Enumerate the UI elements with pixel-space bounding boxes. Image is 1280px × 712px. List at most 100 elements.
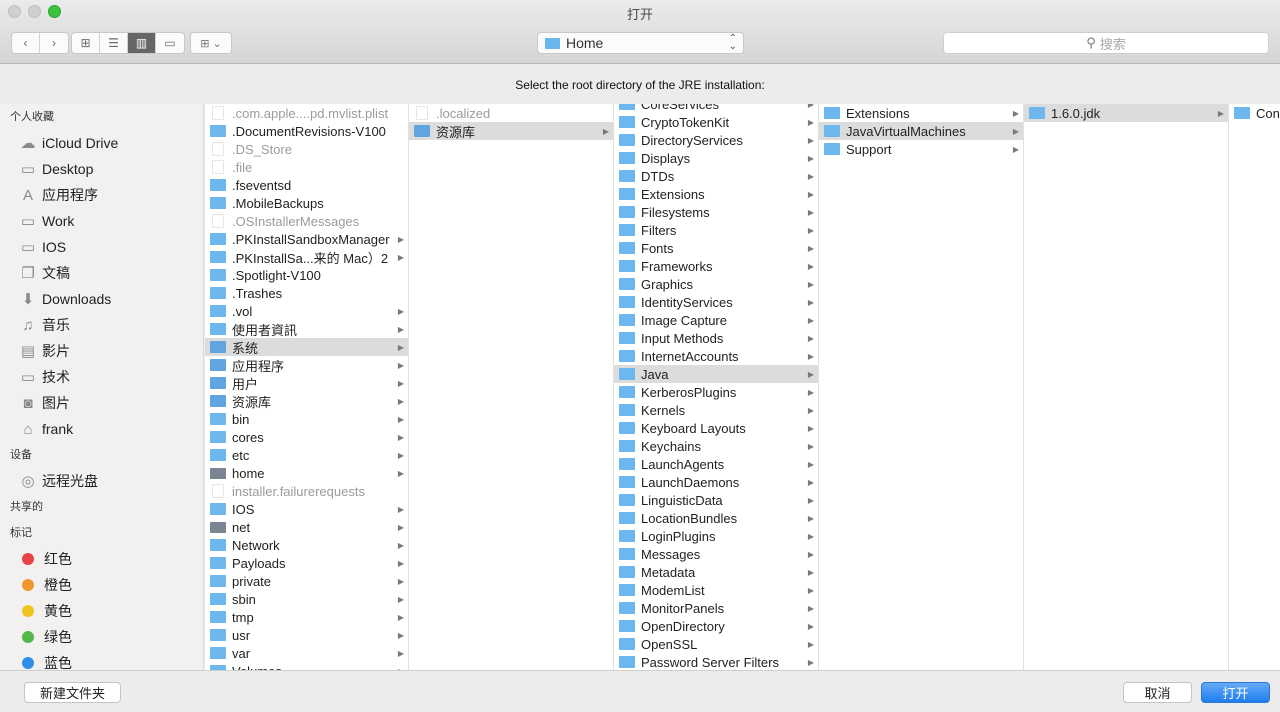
file-row[interactable]: Extensions ▶ — [819, 104, 1023, 122]
file-row[interactable]: 系统 ▶ — [205, 338, 408, 356]
file-row[interactable]: etc ▶ — [205, 446, 408, 464]
sidebar-item[interactable]: ◙ 图片 — [0, 390, 203, 416]
file-row[interactable]: OpenSSL ▶ — [614, 635, 818, 653]
file-row[interactable]: Messages ▶ — [614, 545, 818, 563]
file-row[interactable]: Frameworks ▶ — [614, 257, 818, 275]
file-row[interactable]: Password Server Filters ▶ — [614, 653, 818, 670]
file-row[interactable]: private ▶ — [205, 572, 408, 590]
file-row[interactable]: .DocumentRevisions-V100 — [205, 122, 408, 140]
file-row[interactable]: tmp ▶ — [205, 608, 408, 626]
file-row[interactable]: Input Methods ▶ — [614, 329, 818, 347]
file-row[interactable]: 使用者資訊 ▶ — [205, 320, 408, 338]
file-row[interactable]: DTDs ▶ — [614, 167, 818, 185]
sidebar-item[interactable]: 蓝色 — [0, 650, 203, 670]
file-row[interactable]: Fonts ▶ — [614, 239, 818, 257]
file-row[interactable]: LaunchDaemons ▶ — [614, 473, 818, 491]
file-row[interactable]: KerberosPlugins ▶ — [614, 383, 818, 401]
file-row[interactable]: Graphics ▶ — [614, 275, 818, 293]
browser-column[interactable]: .com.apple....pd.mvlist.plist .DocumentRe… — [205, 104, 409, 670]
file-row[interactable]: .localized — [409, 104, 613, 122]
file-row[interactable]: .MobileBackups — [205, 194, 408, 212]
file-row[interactable]: IdentityServices ▶ — [614, 293, 818, 311]
file-row[interactable]: .file — [205, 158, 408, 176]
file-row[interactable]: Support ▶ — [819, 140, 1023, 158]
file-row[interactable]: 用户 ▶ — [205, 374, 408, 392]
file-row[interactable]: bin ▶ — [205, 410, 408, 428]
file-row[interactable]: 资源库 ▶ — [409, 122, 613, 140]
sidebar-item[interactable]: ⌂ frank — [0, 416, 203, 442]
file-row[interactable]: .Trashes — [205, 284, 408, 302]
file-row[interactable]: installer.failurerequests — [205, 482, 408, 500]
sidebar-item[interactable]: 橙色 — [0, 572, 203, 598]
sidebar-item[interactable]: ▭ Work — [0, 208, 203, 234]
file-row[interactable]: Displays ▶ — [614, 149, 818, 167]
sidebar-item[interactable]: ☁ iCloud Drive — [0, 130, 203, 156]
file-row[interactable]: .com.apple....pd.mvlist.plist — [205, 104, 408, 122]
file-row[interactable]: CoreServices ▶ — [614, 104, 818, 113]
file-row[interactable]: net ▶ — [205, 518, 408, 536]
browser-column[interactable]: Extensions ▶ JavaVirtualMachines ▶ Support ▶ — [819, 104, 1024, 670]
file-row[interactable]: InternetAccounts ▶ — [614, 347, 818, 365]
file-row[interactable]: ModemList ▶ — [614, 581, 818, 599]
file-row[interactable]: 应用程序 ▶ — [205, 356, 408, 374]
file-row[interactable]: .PKInstallSa...来的 Mac）2 ▶ — [205, 248, 408, 266]
file-row[interactable]: .PKInstallSandboxManager ▶ — [205, 230, 408, 248]
file-row[interactable]: MonitorPanels ▶ — [614, 599, 818, 617]
file-row[interactable]: Filesystems ▶ — [614, 203, 818, 221]
file-row[interactable]: cores ▶ — [205, 428, 408, 446]
coverflow-view-button[interactable]: ▭ — [156, 33, 184, 53]
file-row[interactable]: Keychains ▶ — [614, 437, 818, 455]
file-row[interactable]: OpenDirectory ▶ — [614, 617, 818, 635]
file-row[interactable]: Java ▶ — [614, 365, 818, 383]
column-view-button[interactable]: ▥ — [128, 33, 156, 53]
file-row[interactable]: DirectoryServices ▶ — [614, 131, 818, 149]
file-row[interactable]: .Spotlight-V100 — [205, 266, 408, 284]
arrange-button[interactable]: ⊞ ⌄ — [190, 32, 232, 54]
file-row[interactable]: Payloads ▶ — [205, 554, 408, 572]
file-row[interactable]: Extensions ▶ — [614, 185, 818, 203]
sidebar-item[interactable]: 黄色 — [0, 598, 203, 624]
path-popup[interactable]: Home ⌃ ⌄ — [537, 32, 744, 54]
file-row[interactable]: .OSInstallerMessages — [205, 212, 408, 230]
new-folder-button[interactable]: 新建文件夹 — [24, 682, 121, 703]
sidebar-item[interactable]: ◎ 远程光盘 — [0, 468, 203, 494]
browser-column[interactable]: Contents — [1229, 104, 1280, 670]
file-row[interactable]: usr ▶ — [205, 626, 408, 644]
file-row[interactable]: CryptoTokenKit ▶ — [614, 113, 818, 131]
file-row[interactable]: var ▶ — [205, 644, 408, 662]
sidebar-item[interactable]: 红色 — [0, 546, 203, 572]
file-row[interactable]: 资源库 ▶ — [205, 392, 408, 410]
browser-column[interactable]: .localized 资源库 ▶ — [409, 104, 614, 670]
forward-button[interactable]: › — [40, 33, 68, 53]
search-field[interactable]: ⚲ 搜索 — [943, 32, 1269, 54]
file-row[interactable]: .vol ▶ — [205, 302, 408, 320]
file-row[interactable]: LinguisticData ▶ — [614, 491, 818, 509]
file-row[interactable]: Volumes▶ — [205, 662, 408, 670]
sidebar-item[interactable]: A 应用程序 — [0, 182, 203, 208]
browser-column[interactable]: 1.6.0.jdk ▶ — [1024, 104, 1229, 670]
sidebar-item[interactable]: ▭ Desktop — [0, 156, 203, 182]
list-view-button[interactable]: ☰ — [100, 33, 128, 53]
sidebar-item[interactable]: ▤ 影片 — [0, 338, 203, 364]
file-row[interactable]: Contents — [1229, 104, 1280, 122]
file-row[interactable]: IOS ▶ — [205, 500, 408, 518]
cancel-button[interactable]: 取消 — [1123, 682, 1192, 703]
file-row[interactable]: .DS_Store — [205, 140, 408, 158]
file-row[interactable]: home ▶ — [205, 464, 408, 482]
browser-column[interactable]: CoreServices ▶ CryptoTokenKit ▶ DirectorySer… — [614, 104, 819, 670]
sidebar-item[interactable]: ♫ 音乐 — [0, 312, 203, 338]
file-row[interactable]: .fseventsd — [205, 176, 408, 194]
sidebar-item[interactable]: ❐ 文稿 — [0, 260, 203, 286]
file-row[interactable]: Metadata ▶ — [614, 563, 818, 581]
file-row[interactable]: Kernels ▶ — [614, 401, 818, 419]
file-row[interactable]: Filters ▶ — [614, 221, 818, 239]
open-button[interactable]: 打开 — [1201, 682, 1270, 703]
sidebar-item[interactable]: 绿色 — [0, 624, 203, 650]
file-row[interactable]: LocationBundles ▶ — [614, 509, 818, 527]
icon-view-button[interactable]: ⊞ — [72, 33, 100, 53]
file-row[interactable]: Network ▶ — [205, 536, 408, 554]
file-row[interactable]: LaunchAgents ▶ — [614, 455, 818, 473]
file-row[interactable]: LoginPlugins ▶ — [614, 527, 818, 545]
file-row[interactable]: JavaVirtualMachines ▶ — [819, 122, 1023, 140]
file-row[interactable]: Keyboard Layouts ▶ — [614, 419, 818, 437]
